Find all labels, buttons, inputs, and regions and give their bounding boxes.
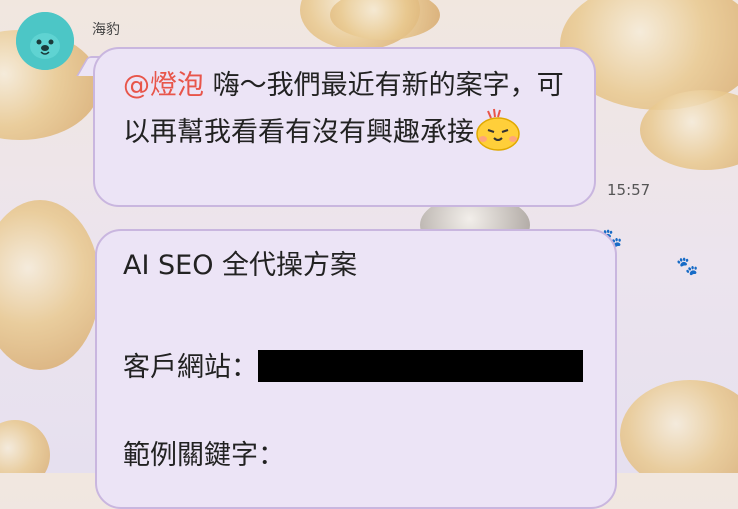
sender-name: 海豹 bbox=[92, 22, 120, 38]
seal-avatar-icon bbox=[16, 12, 74, 70]
proposal-title: AI SEO 全代操方案 bbox=[123, 250, 358, 281]
cat-illustration bbox=[0, 200, 100, 370]
message-text: @燈泡 嗨～我們最近有新的案字，可以再幫我看看有沒有興趣承接 bbox=[123, 65, 576, 154]
chick-sticker-icon bbox=[474, 107, 524, 151]
cat-illustration bbox=[620, 380, 738, 473]
message-bubble[interactable]: @燈泡 嗨～我們最近有新的案字，可以再幫我看看有沒有興趣承接 bbox=[93, 47, 596, 207]
cat-illustration bbox=[0, 420, 50, 473]
keywords-label: 範例關鍵字： bbox=[123, 440, 285, 471]
sender-avatar[interactable] bbox=[16, 12, 74, 70]
message-timestamp: 15:57 bbox=[607, 181, 651, 199]
website-label: 客戶網站： bbox=[123, 352, 258, 383]
message-bubble[interactable]: AI SEO 全代操方案 客戶網站： 範例關鍵字： bbox=[95, 229, 617, 509]
redacted-block bbox=[258, 350, 583, 382]
website-line: 客戶網站： bbox=[123, 347, 591, 389]
paw-icon: 🐾 bbox=[676, 256, 699, 277]
mention-link[interactable]: @燈泡 bbox=[123, 70, 204, 101]
